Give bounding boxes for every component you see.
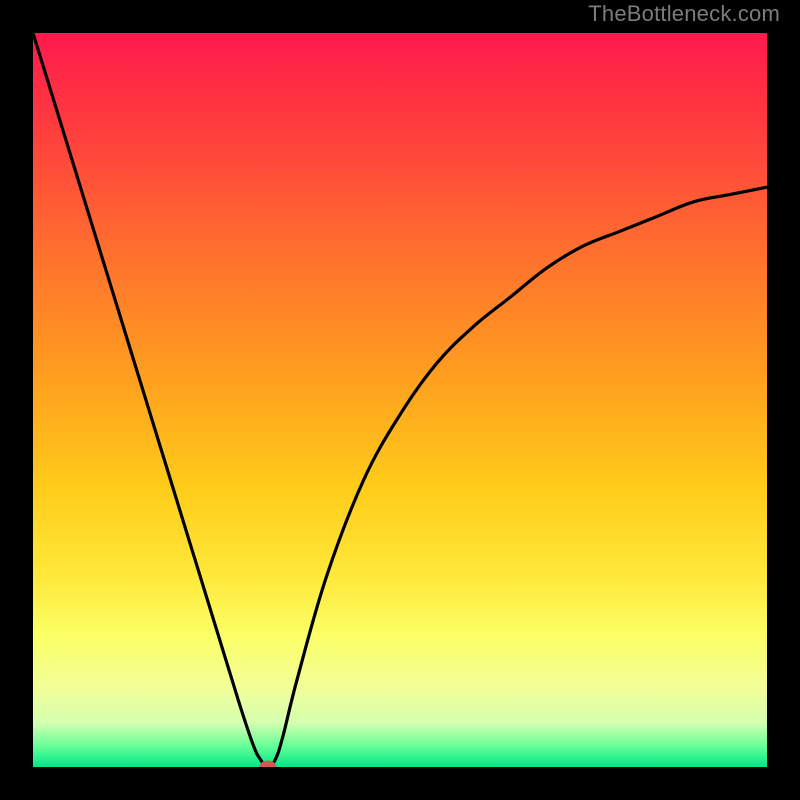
watermark-text: TheBottleneck.com	[588, 1, 780, 27]
bottleneck-curve	[33, 33, 767, 767]
chart-svg	[33, 33, 767, 767]
plot-area	[33, 33, 767, 767]
chart-frame: TheBottleneck.com	[0, 0, 800, 800]
